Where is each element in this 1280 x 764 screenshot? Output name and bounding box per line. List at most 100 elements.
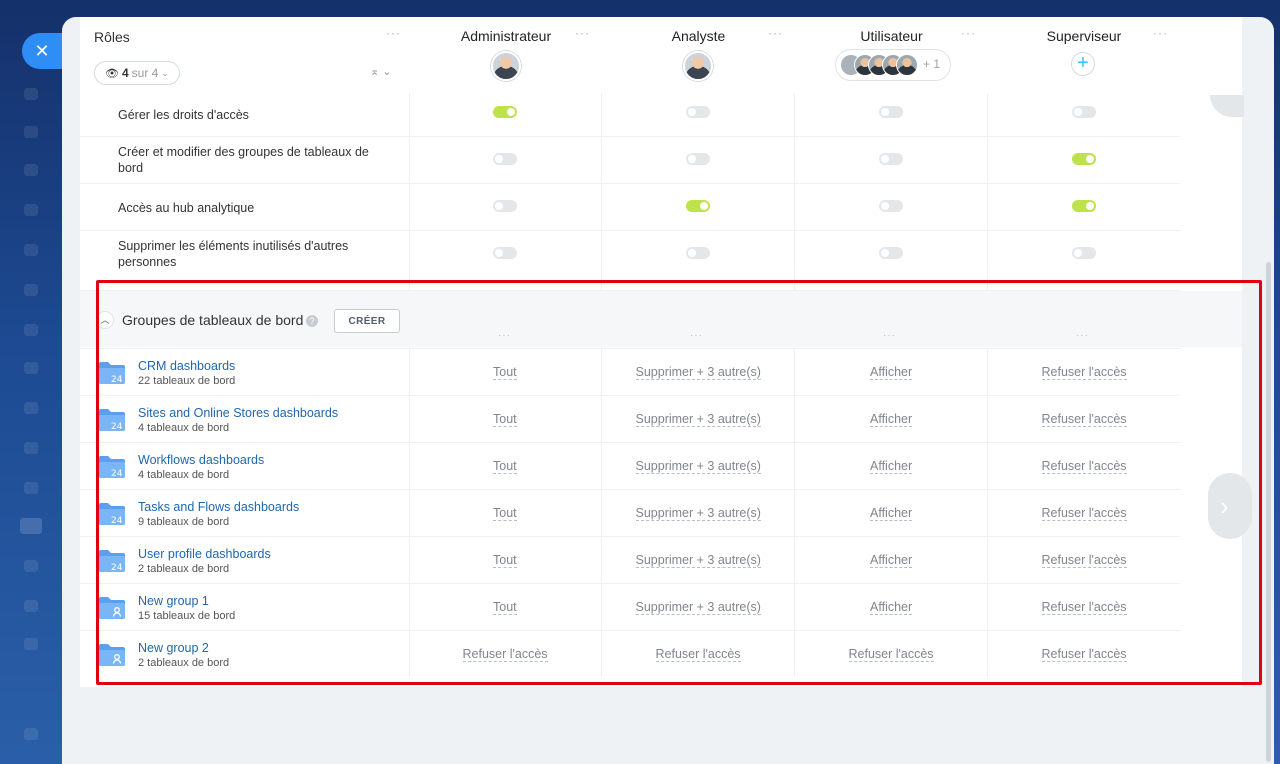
- more-icon[interactable]: ···: [1076, 330, 1089, 341]
- permission-level-link[interactable]: Tout: [493, 600, 517, 615]
- help-icon[interactable]: ?: [306, 315, 318, 327]
- permission-toggle[interactable]: [686, 200, 710, 212]
- folder-24-icon: 24: [99, 409, 125, 432]
- nav-icon[interactable]: [24, 442, 38, 454]
- permission-row: Créer et modifier des groupes de tableau…: [80, 137, 1180, 184]
- permission-toggle[interactable]: [1072, 247, 1096, 259]
- permission-level-link[interactable]: Supprimer + 3 autre(s): [635, 459, 761, 474]
- nav-icon-active[interactable]: [20, 518, 42, 534]
- permission-level-link[interactable]: Tout: [493, 506, 517, 521]
- permission-level-link[interactable]: Refuser l'accès: [1041, 647, 1127, 662]
- permission-level-link[interactable]: Afficher: [870, 412, 913, 427]
- permission-level-link[interactable]: Afficher: [870, 506, 913, 521]
- group-name-link[interactable]: CRM dashboards: [138, 359, 235, 373]
- avatar-group[interactable]: + 1: [835, 49, 951, 81]
- permission-toggle[interactable]: [493, 200, 517, 212]
- group-name-link[interactable]: Sites and Online Stores dashboards: [138, 406, 338, 420]
- permission-level-link[interactable]: Refuser l'accès: [1041, 600, 1127, 615]
- nav-icon[interactable]: [24, 482, 38, 494]
- avatar[interactable]: [491, 51, 521, 81]
- permission-toggle[interactable]: [1072, 153, 1096, 165]
- more-icon[interactable]: ···: [961, 26, 976, 40]
- permission-toggle[interactable]: [1072, 106, 1096, 118]
- chevron-right-icon: ›: [1220, 490, 1229, 521]
- permission-toggle[interactable]: [493, 106, 517, 118]
- role-column-utilisateur: Utilisateur ··· + 1: [795, 17, 988, 93]
- permission-level-link[interactable]: Afficher: [870, 553, 913, 568]
- more-icon[interactable]: ···: [386, 26, 401, 40]
- permission-level-link[interactable]: Refuser l'accès: [1041, 553, 1127, 568]
- vertical-scrollbar[interactable]: [1266, 262, 1271, 762]
- roles-filter-button[interactable]: 👁 4 sur 4 ⌄: [94, 61, 180, 85]
- permission-level-link[interactable]: Refuser l'accès: [848, 647, 934, 662]
- folder-24-icon: 24: [99, 550, 125, 573]
- permission-level-link[interactable]: Refuser l'accès: [1041, 412, 1127, 427]
- more-icon[interactable]: ···: [690, 330, 703, 341]
- permission-level-link[interactable]: Refuser l'accès: [1041, 506, 1127, 521]
- nav-icon[interactable]: [24, 560, 38, 572]
- group-name-link[interactable]: Workflows dashboards: [138, 453, 264, 467]
- permission-level-link[interactable]: Supprimer + 3 autre(s): [635, 553, 761, 568]
- group-name-link[interactable]: New group 1: [138, 594, 209, 608]
- nav-icon[interactable]: [24, 362, 38, 374]
- folder-24-icon: 24: [99, 456, 125, 479]
- permission-level-link[interactable]: Supprimer + 3 autre(s): [635, 412, 761, 427]
- more-icon[interactable]: ···: [498, 330, 511, 341]
- collapse-button[interactable]: ︿: [96, 311, 114, 329]
- permission-toggle[interactable]: [686, 106, 710, 118]
- nav-icon[interactable]: [24, 728, 38, 740]
- permissions-card: Rôles ··· 👁 4 sur 4 ⌄ ⌅ ⌄ Administrateur…: [80, 17, 1262, 687]
- permission-level-link[interactable]: Tout: [493, 412, 517, 427]
- permission-level-link[interactable]: Tout: [493, 459, 517, 474]
- permission-level-link[interactable]: Tout: [493, 553, 517, 568]
- more-icon[interactable]: ···: [575, 26, 590, 40]
- add-user-button[interactable]: +: [1071, 52, 1095, 76]
- permission-level-link[interactable]: Afficher: [870, 365, 913, 380]
- permission-toggle[interactable]: [686, 247, 710, 259]
- permission-toggle[interactable]: [879, 247, 903, 259]
- permission-level-link[interactable]: Refuser l'accès: [462, 647, 548, 662]
- nav-icon[interactable]: [24, 402, 38, 414]
- role-column-superviseur: Superviseur ··· +: [988, 17, 1180, 93]
- scroll-right-button[interactable]: ›: [1208, 473, 1252, 539]
- nav-icon[interactable]: [24, 126, 38, 138]
- nav-icon[interactable]: [24, 204, 38, 216]
- permission-level-link[interactable]: Afficher: [870, 459, 913, 474]
- main-panel: Rôles ··· 👁 4 sur 4 ⌄ ⌅ ⌄ Administrateur…: [62, 17, 1274, 764]
- permission-toggle[interactable]: [879, 153, 903, 165]
- more-icon[interactable]: ···: [883, 330, 896, 341]
- permission-level-link[interactable]: Refuser l'accès: [1041, 365, 1127, 380]
- permission-level-link[interactable]: Refuser l'accès: [655, 647, 741, 662]
- avatar: [896, 54, 918, 76]
- permission-level-link[interactable]: Supprimer + 3 autre(s): [635, 506, 761, 521]
- nav-icon[interactable]: [24, 638, 38, 650]
- permission-toggle[interactable]: [1072, 200, 1096, 212]
- nav-icon[interactable]: [24, 600, 38, 612]
- more-icon[interactable]: ···: [1153, 26, 1168, 40]
- permission-level-link[interactable]: Tout: [493, 365, 517, 380]
- group-name-link[interactable]: New group 2: [138, 641, 209, 655]
- group-name-link[interactable]: Tasks and Flows dashboards: [138, 500, 299, 514]
- nav-icon[interactable]: [24, 324, 38, 336]
- permission-level-link[interactable]: Refuser l'accès: [1041, 459, 1127, 474]
- permission-toggle[interactable]: [493, 153, 517, 165]
- nav-icon[interactable]: [24, 88, 38, 100]
- collapse-expand-icon[interactable]: ⌅ ⌄: [370, 65, 392, 78]
- permission-level-link[interactable]: Supprimer + 3 autre(s): [635, 365, 761, 380]
- group-name-link[interactable]: User profile dashboards: [138, 547, 271, 561]
- nav-icon[interactable]: [24, 164, 38, 176]
- nav-icon[interactable]: [24, 244, 38, 256]
- column-divider: [794, 348, 795, 677]
- permission-toggle[interactable]: [686, 153, 710, 165]
- avatar[interactable]: [683, 51, 713, 81]
- permission-toggle[interactable]: [493, 247, 517, 259]
- roles-filter-count: 4: [121, 66, 129, 80]
- nav-icon[interactable]: [24, 284, 38, 296]
- close-button[interactable]: ✕: [22, 33, 62, 69]
- more-icon[interactable]: ···: [768, 26, 783, 40]
- permission-toggle[interactable]: [879, 200, 903, 212]
- svg-text:24: 24: [111, 563, 123, 573]
- permission-level-link[interactable]: Afficher: [870, 600, 913, 615]
- permission-level-link[interactable]: Supprimer + 3 autre(s): [635, 600, 761, 615]
- permission-toggle[interactable]: [879, 106, 903, 118]
